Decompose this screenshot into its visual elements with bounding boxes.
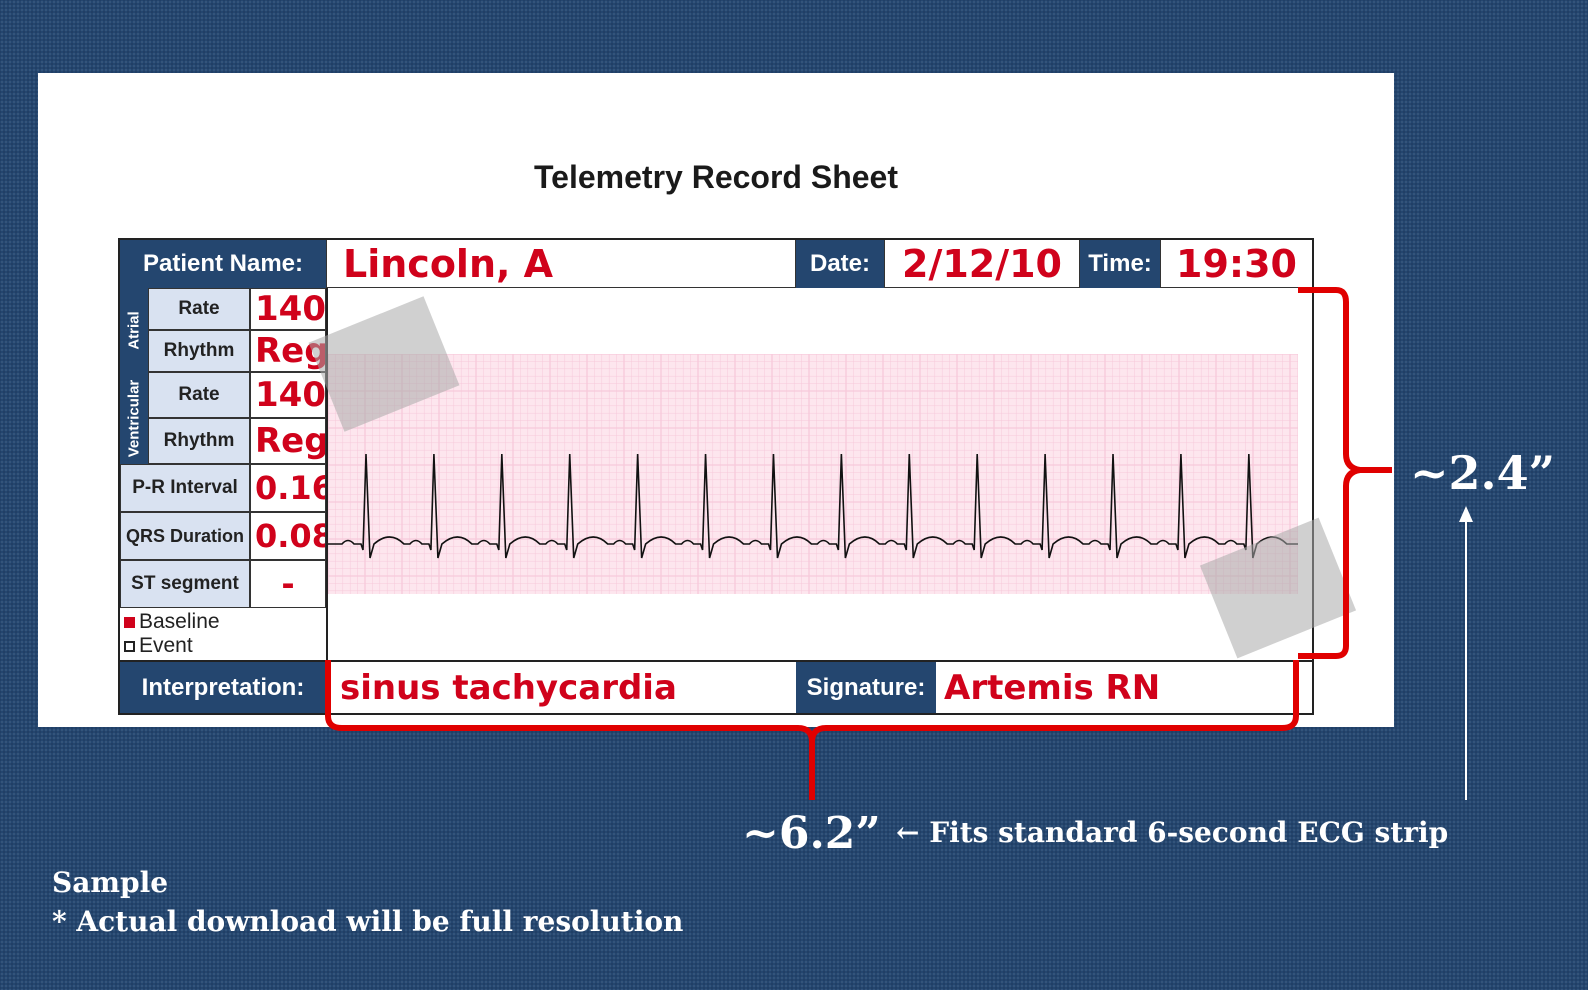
baseline-option[interactable]: Baseline [124,610,220,634]
ventricular-side-label: Ventricular [120,372,148,464]
date-value[interactable]: 2/12/10 [884,240,1080,288]
patient-name-label: Patient Name: [120,240,326,288]
ventricular-rate-label: Rate [148,372,250,418]
atrial-rhythm-label: Rhythm [148,330,250,372]
arrow-up-icon [1459,506,1473,522]
pr-interval-value[interactable]: 0.16 [250,464,326,512]
sample-label: Sample [52,866,169,899]
patient-name-value[interactable]: Lincoln, A [326,240,796,288]
date-label: Date: [796,240,884,288]
atrial-side-label: Atrial [120,288,148,372]
time-label: Time: [1080,240,1160,288]
st-segment-value[interactable]: - [250,560,326,608]
ventricular-rate-value[interactable]: 140 [250,372,326,418]
atrial-rate-label: Rate [148,288,250,330]
resolution-footnote: * Actual download will be full resolutio… [52,905,684,938]
pr-interval-label: P-R Interval [120,464,250,512]
signature-label: Signature: [796,662,936,713]
qrs-duration-label: QRS Duration [120,512,250,560]
ecg-grid-background [328,354,1298,594]
checked-checkbox-icon [124,616,135,628]
strip-note: ← Fits standard 6-second ECG strip [896,816,1449,849]
interpretation-value[interactable]: sinus tachycardia [326,662,796,713]
empty-checkbox-icon [124,640,135,652]
ventricular-rhythm-label: Rhythm [148,418,250,464]
signature-value[interactable]: Artemis RN [936,662,1312,713]
sheet-title: Telemetry Record Sheet [534,159,898,195]
ecg-strip-area [308,288,1357,660]
time-value[interactable]: 19:30 [1160,240,1312,288]
event-label: Event [139,634,193,657]
interpretation-label: Interpretation: [120,662,326,713]
ventricular-rhythm-value[interactable]: Reg [250,418,326,464]
st-segment-label: ST segment [120,560,250,608]
baseline-label: Baseline [139,610,220,633]
width-dimension: ~6.2” [742,808,881,859]
ecg-strip [328,354,1298,594]
event-option[interactable]: Event [124,634,193,658]
atrial-rate-value[interactable]: 140 [250,288,326,330]
height-dimension: ~2.4” [1410,446,1556,500]
qrs-duration-value[interactable]: 0.08 [250,512,326,560]
telemetry-form: Patient Name: Lincoln, A Date: 2/12/10 T… [118,238,1357,715]
